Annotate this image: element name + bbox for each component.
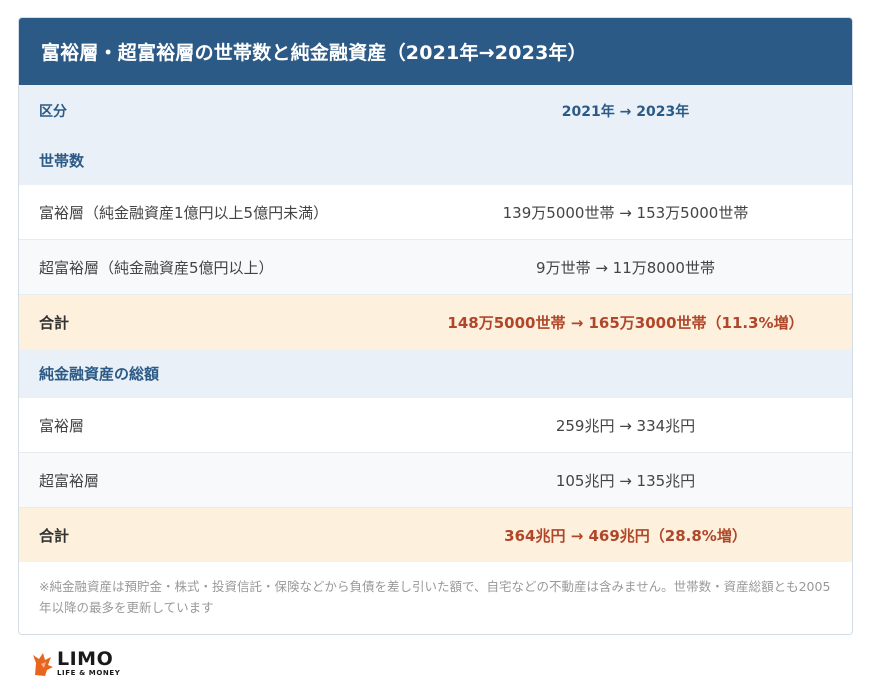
table-row: 超富裕層 105兆円 → 135兆円 — [19, 452, 852, 508]
row-label: 超富裕層（純金融資産5億円以上） — [19, 239, 399, 295]
total-row-households: 合計 148万5000世帯 → 165万3000世帯（11.3%増） — [19, 294, 852, 349]
row-value: 105兆円 → 135兆円 — [399, 452, 852, 508]
total-value: 148万5000世帯 → 165万3000世帯（11.3%増） — [399, 294, 852, 349]
table-row: 富裕層（純金融資産1億円以上5億円未満） 139万5000世帯 → 153万50… — [19, 185, 852, 240]
summary-card: 富裕層・超富裕層の世帯数と純金融資産（2021年→2023年） 区分 2021年… — [18, 17, 853, 635]
row-label: 富裕層 — [19, 398, 399, 453]
row-label: 富裕層（純金融資産1億円以上5億円未満） — [19, 185, 399, 240]
section-heading: 世帯数 — [19, 136, 852, 185]
row-value: 259兆円 → 334兆円 — [399, 398, 852, 453]
total-label: 合計 — [19, 294, 399, 349]
logo-sub-text: LIFE & MONEY — [57, 669, 121, 677]
total-value: 364兆円 → 469兆円（28.8%増） — [399, 507, 852, 562]
table-row: 超富裕層（純金融資産5億円以上） 9万世帯 → 11万8000世帯 — [19, 239, 852, 295]
header-label: 区分 — [19, 85, 399, 136]
total-label: 合計 — [19, 507, 399, 562]
data-table: 区分 2021年 → 2023年 世帯数 富裕層（純金融資産1億円以上5億円未満… — [19, 85, 852, 562]
table-header-row: 区分 2021年 → 2023年 — [19, 85, 852, 136]
limo-logo: LIMO LIFE & MONEY — [32, 650, 120, 678]
row-value: 139万5000世帯 → 153万5000世帯 — [399, 185, 852, 240]
section-heading-households: 世帯数 — [19, 136, 852, 185]
total-row-assets: 合計 364兆円 → 469兆円（28.8%増） — [19, 507, 852, 562]
header-value: 2021年 → 2023年 — [399, 85, 852, 136]
row-value: 9万世帯 → 11万8000世帯 — [399, 239, 852, 295]
table-title: 富裕層・超富裕層の世帯数と純金融資産（2021年→2023年） — [19, 18, 852, 85]
row-label: 超富裕層 — [19, 452, 399, 508]
logo-main-text: LIMO — [57, 648, 114, 670]
section-heading: 純金融資産の総額 — [19, 349, 852, 398]
footnote: ※純金融資産は預貯金・株式・投資信託・保険などから負債を差し引いた額で、自宅など… — [39, 579, 831, 615]
logo-text: LIMO LIFE & MONEY — [57, 650, 120, 678]
table-row: 富裕層 259兆円 → 334兆円 — [19, 398, 852, 453]
limo-fox-icon — [33, 653, 53, 676]
section-heading-assets: 純金融資産の総額 — [19, 349, 852, 398]
